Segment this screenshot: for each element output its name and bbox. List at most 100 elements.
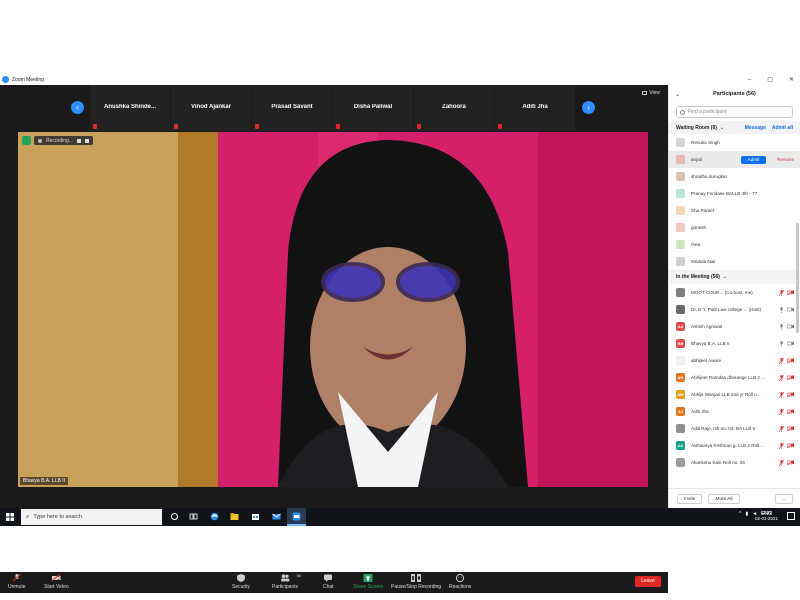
participant-tile[interactable]: Vinod Ajankar	[171, 85, 251, 131]
mic-icon[interactable]	[779, 323, 784, 330]
mic-muted-icon[interactable]	[779, 408, 784, 415]
network-icon[interactable]: ▮	[745, 511, 748, 517]
video-off-icon[interactable]	[787, 460, 794, 465]
participant-row[interactable]: AK Aishwarya Krishnan g, LLB 2 Roll...	[669, 437, 800, 454]
close-icon[interactable]: ✕	[789, 76, 794, 83]
mic-icon[interactable]	[779, 340, 784, 347]
pause-recording-icon[interactable]	[76, 138, 81, 143]
video-off-icon[interactable]	[787, 290, 794, 295]
participant-row[interactable]: AW Abhijit Wanjari LLB 2nd yr Roll n...	[669, 386, 800, 403]
stop-recording-icon[interactable]	[84, 138, 89, 143]
smiley-icon	[456, 574, 465, 582]
taskbar-clock[interactable]: 11:35 02-01-2021	[755, 510, 778, 522]
mic-muted-icon[interactable]	[779, 391, 784, 398]
participant-row[interactable]: AJ Aditi Jha	[669, 403, 800, 420]
reactions-button[interactable]: Reactions	[449, 574, 471, 590]
pause-stop-recording-button[interactable]: Pause/Stop Recording	[391, 574, 441, 590]
share-screen-button[interactable]: Share Screen	[353, 574, 384, 590]
mic-muted-icon[interactable]	[779, 357, 784, 364]
waiting-room-row[interactable]: Renuka Singh	[669, 134, 800, 151]
notifications-icon[interactable]	[787, 512, 795, 520]
participant-tile[interactable]: Zahoora	[414, 85, 494, 131]
mail-icon[interactable]	[272, 512, 281, 521]
participant-tile[interactable]: Prasad Savant	[252, 85, 332, 131]
mic-muted-icon[interactable]	[779, 425, 784, 432]
participant-search-input[interactable]: Find a participant	[676, 106, 793, 118]
video-off-icon[interactable]	[787, 443, 794, 448]
waiting-room-row[interactable]: shradha durugkar	[669, 168, 800, 185]
security-shield-icon[interactable]	[22, 136, 31, 145]
video-icon[interactable]	[787, 341, 794, 346]
avatar: AA	[676, 322, 685, 331]
mic-muted-icon[interactable]	[779, 374, 784, 381]
maximize-icon[interactable]: ▢	[767, 76, 773, 83]
participant-row[interactable]: AA Ashish Agrawal	[669, 318, 800, 335]
mute-all-button[interactable]: Mute All	[708, 493, 740, 504]
video-off-icon[interactable]	[787, 358, 794, 363]
waiting-room-row[interactable]: anjali Admit Remove	[669, 151, 800, 168]
video-off-icon[interactable]	[787, 409, 794, 414]
mic-icon[interactable]	[779, 306, 784, 313]
participant-tile[interactable]: Disha Paliwal	[333, 85, 413, 131]
waiting-room-header[interactable]: Waiting Room (8) ⌄ Message Admit all	[669, 121, 800, 134]
security-button[interactable]: Security	[232, 574, 250, 590]
show-hidden-icons-icon[interactable]: ^	[739, 511, 741, 517]
avatar	[676, 172, 685, 181]
participant-row[interactable]: Aditi Raje, roll no. 03, BA LLB II	[669, 420, 800, 437]
participant-row[interactable]: Akanksha Kale Roll no. 06	[669, 454, 800, 471]
leave-button[interactable]: Leave	[635, 576, 661, 587]
admit-all-link[interactable]: Admit all	[772, 125, 793, 131]
gallery-strip: ‹ Anushka Shinde... Vinod Ajankar Prasad…	[0, 85, 668, 131]
video-icon[interactable]	[787, 307, 794, 312]
waiting-room-row[interactable]: Mridula Nair	[669, 253, 800, 270]
panel-scrollbar[interactable]	[796, 223, 799, 333]
participant-row[interactable]: BB Bhavya B.A. LLB II	[669, 335, 800, 352]
waiting-room-row[interactable]: Sha Pareet	[669, 202, 800, 219]
view-button[interactable]: View	[642, 90, 660, 96]
cortana-icon[interactable]	[170, 512, 179, 521]
remove-button[interactable]: Remove	[777, 157, 794, 162]
windows-start-icon[interactable]	[6, 513, 14, 521]
avatar	[676, 240, 685, 249]
waiting-room-row[interactable]: ganesh	[669, 219, 800, 236]
message-link[interactable]: Message	[745, 125, 766, 131]
participants-button[interactable]: Participants 56	[272, 573, 301, 590]
collapse-panel-icon[interactable]: ⌄	[675, 91, 680, 98]
video-icon[interactable]	[787, 324, 794, 329]
waiting-room-row[interactable]: Pranay Fondase BALLB 4th - 77	[669, 185, 800, 202]
participant-row[interactable]: Dr. D.Y. Patil Law college ... (Host)	[669, 301, 800, 318]
chat-button[interactable]: Chat	[323, 574, 334, 590]
task-view-icon[interactable]	[189, 512, 198, 521]
participant-row[interactable]: abhijeet Aware	[669, 352, 800, 369]
admit-button[interactable]: Admit	[741, 155, 766, 164]
participant-name: Dr. D.Y. Patil Law college ... (Host)	[691, 307, 762, 312]
mic-muted-icon[interactable]	[779, 442, 784, 449]
window-title-bar: Zoom Meeting – ▢ ✕	[0, 74, 800, 85]
participant-row[interactable]: AR Abhijeet Ramdas dherange LLB 2 ...	[669, 369, 800, 386]
participant-tile[interactable]: Aditi Jha	[495, 85, 575, 131]
waiting-room-row[interactable]: rhea	[669, 236, 800, 253]
video-off-icon[interactable]	[787, 426, 794, 431]
meeting-toolbar: Unmute Start Video Security Participants…	[0, 572, 668, 593]
video-off-icon[interactable]	[787, 392, 794, 397]
in-meeting-header[interactable]: In the Meeting (56) ⌄	[669, 270, 800, 284]
minimize-icon[interactable]: –	[748, 77, 751, 83]
file-explorer-icon[interactable]	[230, 512, 239, 521]
next-page-button[interactable]: ›	[582, 101, 595, 114]
more-button[interactable]: ...	[775, 493, 793, 504]
unmute-button[interactable]: Unmute	[8, 574, 26, 590]
mic-muted-icon[interactable]	[779, 459, 784, 466]
avatar	[676, 305, 685, 314]
video-off-icon[interactable]	[787, 375, 794, 380]
taskbar-search-box[interactable]: ⌕ Type here to search	[21, 509, 162, 525]
zoom-taskbar-button[interactable]	[287, 508, 306, 526]
participant-tile[interactable]: Anushka Shinde...	[90, 85, 170, 131]
previous-page-button[interactable]: ‹	[71, 101, 84, 114]
participant-row[interactable]: MOOT COUR... (Co-host, me)	[669, 284, 800, 301]
start-video-button[interactable]: Start Video	[44, 574, 69, 590]
store-icon[interactable]	[251, 512, 260, 521]
edge-browser-icon[interactable]	[210, 512, 219, 521]
invite-button[interactable]: Invite	[677, 493, 703, 504]
mic-muted-icon[interactable]	[779, 289, 784, 296]
participant-name: MOOT COUR... (Co-host, me)	[691, 290, 753, 295]
